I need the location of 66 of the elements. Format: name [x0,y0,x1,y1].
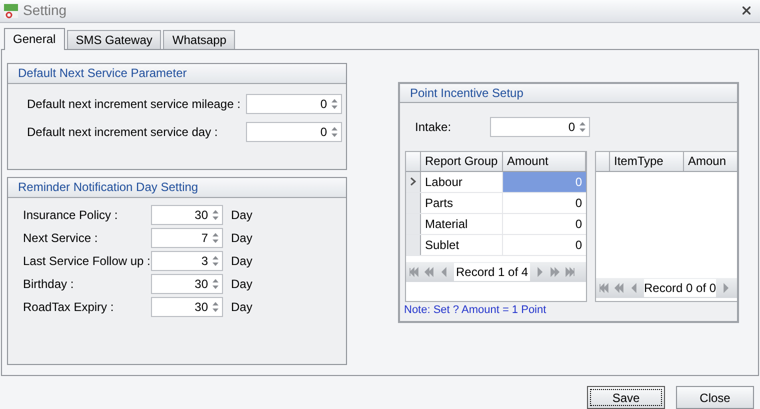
table-cell-text: 0 [574,236,583,254]
row-indicator[interactable] [406,172,421,192]
column-header[interactable]: Report Group [421,152,503,171]
first-record-icon[interactable] [409,266,419,277]
column-header[interactable]: Amoun [684,152,730,171]
unit-label: Day [231,230,252,247]
table-cell-text: 0 [574,194,583,212]
number-spinner[interactable]: 3 [151,250,223,271]
previous-icon[interactable] [614,282,624,293]
spin-arrows-icon[interactable] [212,232,219,244]
column-header[interactable]: Amount [503,152,586,171]
column-header[interactable]: ItemType [610,152,684,171]
tab[interactable]: SMS Gateway [66,30,162,49]
number-spinner[interactable]: 0 [246,94,342,114]
number-spinner[interactable]: 7 [151,228,223,248]
field-label: Next Service : [23,230,99,247]
spin-arrows-icon[interactable] [331,126,338,138]
field-label: Last Service Follow up : [23,252,151,270]
spin-arrows-icon[interactable] [212,300,219,313]
table-cell: 0 [503,172,586,192]
spin-arrows-icon[interactable] [331,98,338,110]
dialog-button[interactable]: Close [676,386,754,409]
record-counter: Record 0 of 0 [644,278,716,297]
window-title: Setting [23,1,67,20]
number-spinner[interactable]: 30 [151,296,223,317]
app-icon [3,2,19,19]
field-label: Birthday : [23,276,75,293]
spin-arrows-icon[interactable] [212,254,219,267]
table-cell: Parts [421,192,503,213]
next-icon[interactable] [550,266,560,277]
table-cell-text: 0 [574,216,583,233]
close-icon[interactable] [740,4,753,18]
unit-label: Day [231,206,252,224]
group-header: Point Incentive Setup [400,84,737,103]
last-record-icon[interactable] [565,266,576,277]
first-record-icon[interactable] [599,282,609,293]
previous-icon[interactable] [629,282,639,293]
table-cell: Sublet [421,234,503,255]
unit-label: Day [231,276,252,293]
record-counter: Record 1 of 4 [454,262,530,281]
next-icon[interactable] [535,266,546,277]
number-spinner[interactable]: 0 [490,116,590,137]
dialog-button[interactable]: Save [587,386,665,409]
field-label: Intake: [415,118,452,136]
table-cell: Material [421,214,503,234]
unit-label: Day [231,298,252,316]
tab[interactable]: General [4,28,65,50]
field-label: Insurance Policy : [23,206,119,224]
field-label: Default next increment service mileage : [27,96,242,113]
number-spinner[interactable]: 0 [246,122,342,142]
tab[interactable]: Whatsapp [163,30,236,49]
number-spinner[interactable]: 30 [151,204,223,225]
group-header: Reminder Notification Day Setting [8,178,346,198]
field-label: RoadTax Expiry : [23,298,115,316]
spin-arrows-icon[interactable] [579,120,586,133]
current-row-icon [410,177,416,186]
unit-label: Day [231,252,252,270]
note-text: Note: Set ? Amount = 1 Point [403,302,548,318]
previous-icon[interactable] [439,266,449,277]
spin-arrows-icon[interactable] [212,278,219,290]
field-label: Default next increment service day : [27,124,219,141]
next-icon[interactable] [721,282,732,293]
group-header: Default Next Service Parameter [8,64,346,84]
previous-icon[interactable] [424,266,434,277]
number-spinner[interactable]: 30 [151,274,223,294]
spin-arrows-icon[interactable] [212,208,219,221]
